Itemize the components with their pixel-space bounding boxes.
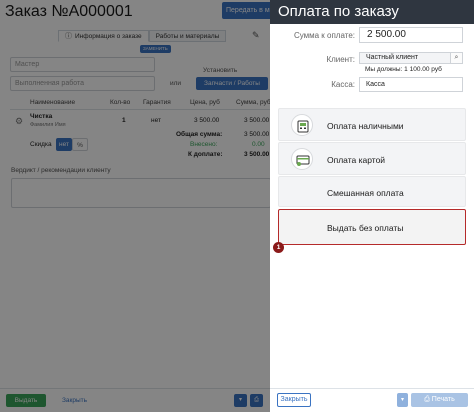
client-label: Клиент: <box>326 55 355 64</box>
step-badge: 1 <box>273 242 284 253</box>
kassa-label: Касса: <box>331 80 355 89</box>
card-icon <box>291 148 313 170</box>
amount-input[interactable]: 2 500.00 <box>359 27 463 43</box>
client-search-icon[interactable]: ⌕ <box>450 52 463 64</box>
client-debt: Мы должны: 1 100.00 руб <box>365 66 442 73</box>
cash-icon <box>291 114 313 136</box>
print-button[interactable]: ⎙ Печать <box>411 393 468 407</box>
issue-without-payment-label: Выдать без оплаты <box>327 223 404 233</box>
panel-header: Оплата по заказу <box>270 0 474 24</box>
payment-panel: Оплата по заказу Сумма к оплате: 2 500.0… <box>270 0 474 412</box>
panel-title: Оплата по заказу <box>278 3 399 20</box>
client-field[interactable]: Частный клиент <box>359 52 463 64</box>
pay-mixed-label: Смешанная оплата <box>327 188 404 198</box>
pay-card-label: Оплата картой <box>327 155 386 165</box>
panel-footer: Закрыть ▾ ⎙ Печать <box>270 388 474 412</box>
pay-cash-label: Оплата наличными <box>327 121 404 131</box>
panel-close-button[interactable]: Закрыть <box>277 393 311 407</box>
issue-without-payment-button[interactable]: Выдать без оплаты <box>278 209 466 245</box>
pay-card-button[interactable]: Оплата картой <box>278 142 466 175</box>
kassa-select[interactable]: Касса <box>359 77 463 92</box>
pay-mixed-button[interactable]: Смешанная оплата <box>278 176 466 207</box>
pay-cash-button[interactable]: Оплата наличными <box>278 108 466 141</box>
chevron-down-icon[interactable]: ▾ <box>397 393 408 407</box>
amount-label: Сумма к оплате: <box>293 31 355 40</box>
